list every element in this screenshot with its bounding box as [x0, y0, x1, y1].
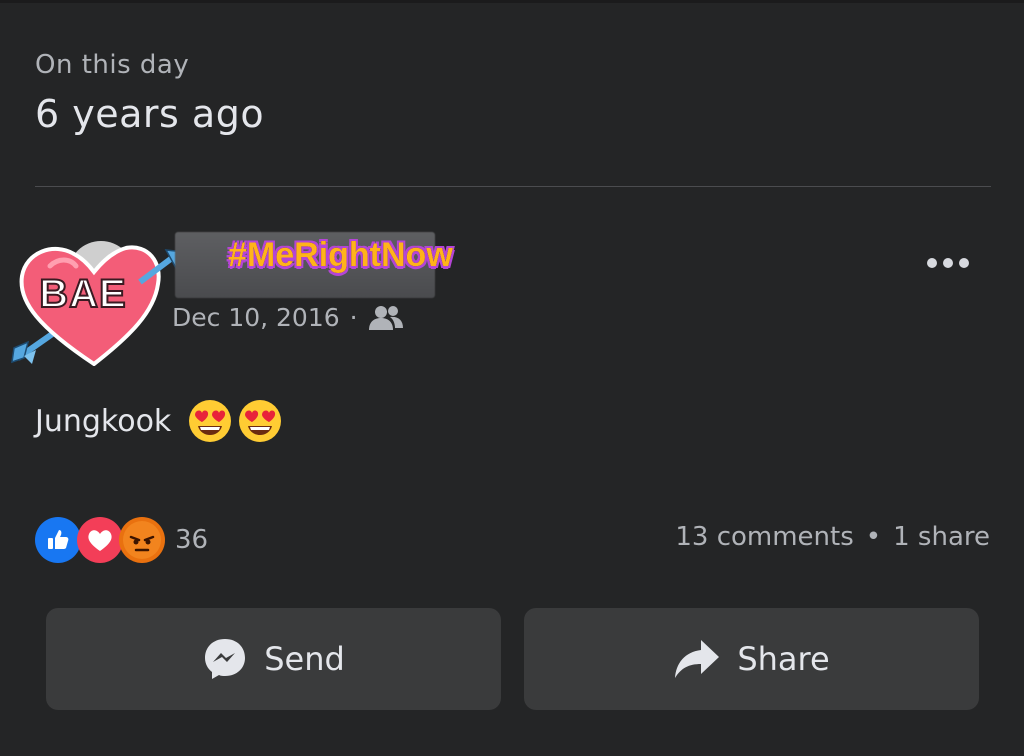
messenger-icon — [205, 639, 246, 679]
more-dot-icon — [927, 258, 937, 268]
send-button[interactable]: Send — [46, 608, 501, 710]
memory-title: 6 years ago — [35, 92, 265, 136]
reaction-count: 36 — [175, 525, 209, 555]
send-label: Send — [264, 640, 345, 678]
comments-count[interactable]: 13 comments — [675, 522, 853, 552]
share-button[interactable]: Share — [524, 608, 979, 710]
share-label: Share — [737, 640, 830, 678]
engagement-stats: 13 comments • 1 share — [675, 522, 990, 552]
like-reaction-icon — [35, 517, 81, 563]
love-reaction-icon — [77, 517, 123, 563]
bae-sticker-text: BAE — [38, 271, 127, 317]
friends-icon[interactable] — [368, 304, 404, 332]
post-text: Jungkook — [35, 403, 172, 439]
shares-count[interactable]: 1 share — [893, 522, 990, 552]
share-arrow-icon — [675, 640, 720, 678]
author-avatar[interactable]: BAE — [10, 236, 180, 366]
stats-separator: • — [865, 522, 882, 552]
hashtag-sticker: #MeRightNow — [228, 236, 453, 274]
more-dot-icon — [959, 258, 969, 268]
post-body: Jungkook — [35, 398, 283, 444]
memory-subtitle: On this day — [35, 50, 190, 80]
divider — [35, 186, 991, 187]
heart-eyes-emoji — [189, 400, 232, 442]
more-options-button[interactable] — [918, 250, 978, 276]
heart-eyes-emoji — [239, 400, 282, 442]
meta-separator: · — [349, 303, 358, 332]
top-edge — [0, 0, 1024, 3]
post-date[interactable]: Dec 10, 2016 — [172, 303, 340, 332]
more-dot-icon — [943, 258, 953, 268]
reaction-summary[interactable]: 36 — [35, 517, 208, 563]
angry-reaction-icon — [119, 517, 165, 563]
post-meta: Dec 10, 2016 · — [172, 303, 404, 332]
